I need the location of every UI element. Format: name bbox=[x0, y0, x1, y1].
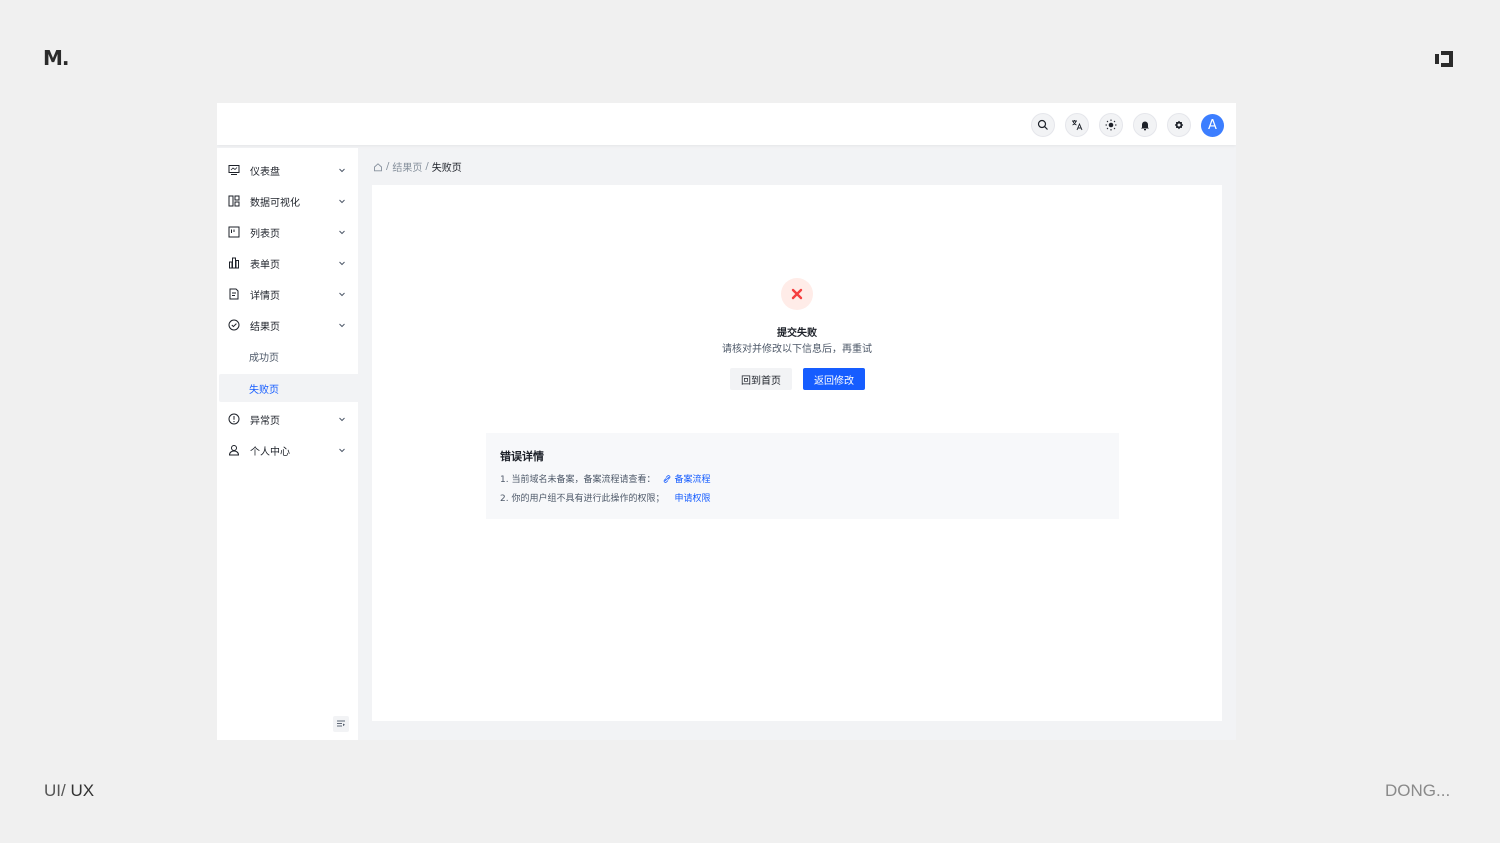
collapse-sidebar-button[interactable] bbox=[333, 716, 349, 732]
sidebar: 仪表盘 数据可视化 列表页 表单页 详情页 结果页 成功页 失败页 异常页 个人… bbox=[217, 148, 385, 740]
sidebar-item-label: 数据可视化 bbox=[250, 197, 300, 209]
footer-label-left: UI/ UX bbox=[44, 781, 95, 800]
sidebar-item-label: 异常页 bbox=[250, 415, 280, 427]
sidebar-item-label: 结果页 bbox=[250, 321, 280, 333]
sidebar-item-label: 成功页 bbox=[249, 352, 279, 364]
error-details-title: 错误详情 bbox=[500, 450, 544, 463]
language-button[interactable] bbox=[1065, 113, 1089, 137]
notifications-button[interactable] bbox=[1133, 113, 1157, 137]
sidebar-item-label: 详情页 bbox=[250, 290, 280, 302]
search-button[interactable] bbox=[1031, 113, 1055, 137]
back-home-button[interactable]: 回到首页 bbox=[730, 368, 792, 390]
sidebar-item-success[interactable]: 成功页 bbox=[219, 343, 385, 369]
result-title: 提交失败 bbox=[777, 328, 817, 339]
error-line-text: 2. 你的用户组不具有进行此操作的权限； bbox=[500, 494, 665, 504]
sidebar-item-dashboard[interactable]: 仪表盘 bbox=[219, 157, 355, 183]
error-details-panel: 错误详情 1. 当前域名未备案，备案流程请查看： 备案流程 2. 你的用户组不具… bbox=[486, 433, 1119, 519]
brand-logo: M. bbox=[43, 46, 69, 70]
sidebar-item-result[interactable]: 结果页 bbox=[219, 312, 355, 338]
error-line-1: 1. 当前域名未备案，备案流程请查看： 备案流程 bbox=[500, 472, 710, 485]
avatar[interactable]: A bbox=[1201, 113, 1224, 137]
user-icon bbox=[228, 445, 240, 456]
sidebar-item-label: 失败页 bbox=[249, 384, 279, 396]
error-line-2: 2. 你的用户组不具有进行此操作的权限； 申请权限 bbox=[500, 491, 710, 504]
sidebar-item-fail[interactable]: 失败页 bbox=[219, 374, 385, 402]
translate-icon bbox=[1072, 120, 1083, 131]
chevron-down-icon bbox=[339, 292, 345, 297]
detail-icon bbox=[229, 288, 239, 300]
chevron-down-icon bbox=[339, 199, 345, 204]
breadcrumb-parent[interactable]: 结果页 bbox=[392, 159, 422, 174]
breadcrumb: / 结果页 / 失败页 bbox=[373, 159, 462, 174]
sun-icon bbox=[1105, 119, 1117, 131]
chevron-down-icon bbox=[339, 323, 345, 328]
chevron-down-icon bbox=[339, 168, 345, 173]
sidebar-item-label: 个人中心 bbox=[250, 446, 290, 458]
settings-icon bbox=[1174, 120, 1184, 130]
filing-process-link[interactable]: 备案流程 bbox=[663, 472, 710, 485]
home-icon[interactable] bbox=[373, 162, 383, 172]
list-icon bbox=[228, 226, 240, 238]
sidebar-item-form[interactable]: 表单页 bbox=[219, 250, 355, 276]
sidebar-item-label: 列表页 bbox=[250, 228, 280, 240]
sidebar-item-label: 表单页 bbox=[250, 259, 280, 271]
menu-fold-icon bbox=[337, 720, 345, 727]
chevron-down-icon bbox=[339, 448, 345, 453]
breadcrumb-current: 失败页 bbox=[431, 163, 462, 174]
breadcrumb-separator: / bbox=[386, 161, 390, 172]
chevron-down-icon bbox=[339, 417, 345, 422]
chevron-down-icon bbox=[339, 261, 345, 266]
back-edit-button[interactable]: 返回修改 bbox=[803, 368, 865, 390]
result-card: 提交失败 请核对并修改以下信息后，再重试 回到首页 返回修改 错误详情 1. 当… bbox=[372, 185, 1222, 721]
sidebar-item-visualization[interactable]: 数据可视化 bbox=[219, 188, 355, 214]
bell-icon bbox=[1141, 121, 1149, 131]
sidebar-item-exception[interactable]: 异常页 bbox=[219, 406, 355, 432]
error-line-text: 1. 当前域名未备案，备案流程请查看： bbox=[500, 475, 656, 485]
result-icon bbox=[228, 319, 240, 331]
chevron-down-icon bbox=[339, 230, 345, 235]
exception-icon bbox=[228, 413, 240, 425]
settings-button[interactable] bbox=[1167, 113, 1191, 137]
request-permission-link[interactable]: 申请权限 bbox=[674, 491, 710, 504]
sidebar-item-list[interactable]: 列表页 bbox=[219, 219, 355, 245]
app-window: A 仪表盘 数据可视化 列表页 表单页 详情页 结果页 成功页 失败页 异常页 … bbox=[217, 103, 1236, 740]
close-icon bbox=[791, 288, 803, 300]
top-navbar: A bbox=[217, 103, 1236, 145]
theme-toggle-button[interactable] bbox=[1099, 113, 1123, 137]
breadcrumb-separator: / bbox=[425, 161, 429, 172]
dashboard-icon bbox=[228, 165, 240, 175]
form-icon bbox=[229, 257, 239, 269]
link-icon bbox=[664, 474, 671, 483]
fail-status-icon bbox=[781, 278, 813, 310]
result-subtitle: 请核对并修改以下信息后，再重试 bbox=[722, 344, 872, 355]
sidebar-item-label: 仪表盘 bbox=[250, 166, 280, 178]
footer-label-right: DONG... bbox=[1385, 781, 1451, 800]
visualization-icon bbox=[228, 195, 240, 207]
sidebar-item-detail[interactable]: 详情页 bbox=[219, 281, 355, 307]
sidebar-item-user-center[interactable]: 个人中心 bbox=[219, 437, 355, 463]
search-icon bbox=[1037, 119, 1048, 130]
corner-square-icon bbox=[1435, 51, 1453, 67]
topbar-actions: A bbox=[1031, 113, 1224, 137]
